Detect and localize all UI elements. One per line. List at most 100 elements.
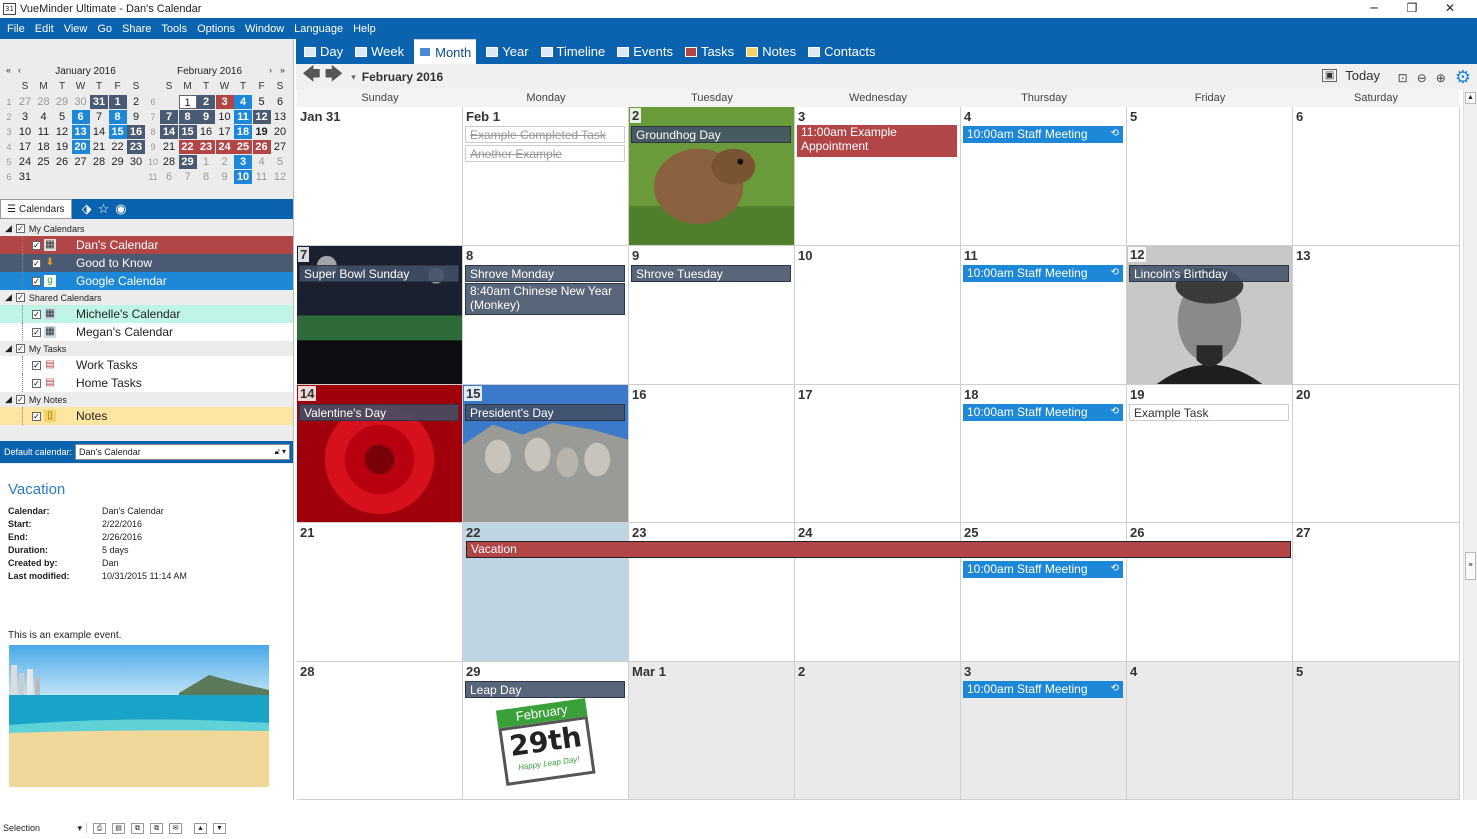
minical-day[interactable]: 7 [179, 170, 197, 184]
prev-year-icon[interactable]: « [6, 65, 11, 75]
calendar-item-michelle[interactable]: ✓ ▦ Michelle's Calendar [0, 305, 293, 323]
menu-help[interactable]: Help [353, 23, 376, 35]
today-button[interactable]: ▣ Today [1321, 68, 1380, 83]
forward-arrow-icon[interactable]: 🡆 [325, 62, 344, 92]
collapse-icon[interactable]: ◢ [5, 223, 12, 234]
minical-day[interactable]: 18 [234, 124, 252, 139]
minical-day[interactable]: 23 [127, 139, 145, 154]
tab-year[interactable]: Year [484, 39, 530, 64]
scroll-up-icon[interactable]: ▲ [194, 822, 207, 834]
minical-day[interactable]: 2 [197, 94, 215, 109]
minical-day[interactable]: 6 [271, 95, 289, 109]
minical-day[interactable]: 31 [90, 94, 108, 109]
day-cell[interactable]: 5 [1127, 107, 1293, 246]
zoom-in-icon[interactable]: ⊕ [1436, 71, 1446, 85]
group-checkbox[interactable]: ✓ [15, 395, 25, 404]
day-cell[interactable]: 16 [629, 385, 795, 523]
minical-day[interactable]: 19 [53, 140, 71, 154]
minical-day[interactable]: 7 [160, 109, 178, 124]
minical-day[interactable]: 4 [234, 94, 252, 109]
tab-tasks[interactable]: Tasks [683, 39, 736, 64]
minical-day[interactable]: 2 [216, 155, 234, 169]
minical-day[interactable]: 9 [197, 109, 215, 124]
minical-day[interactable]: 4 [253, 155, 271, 169]
day-cell[interactable]: 8 Shrove Monday 8:40am Chinese New Year … [463, 246, 629, 385]
email-icon[interactable]: ✉ [169, 822, 182, 834]
vacation-event-bar[interactable]: Vacation [466, 541, 1291, 558]
day-cell[interactable]: 9 Shrove Tuesday [629, 246, 795, 385]
holiday-event[interactable]: 8:40am Chinese New Year (Monkey) [465, 283, 625, 315]
holiday-event[interactable]: Super Bowl Sunday [299, 265, 459, 282]
globe-icon[interactable]: ◉ [115, 201, 126, 217]
minical-day[interactable]: 12 [252, 109, 271, 124]
day-cell[interactable]: Mar 1 [629, 662, 795, 800]
minical-day[interactable]: 11 [234, 109, 252, 124]
minical-day[interactable]: 6 [160, 170, 178, 184]
task-completed[interactable]: Another Example [465, 145, 625, 162]
minical-day[interactable]: 10 [234, 169, 252, 184]
calendar-item-dans[interactable]: ✓ ▦ Dan's Calendar [0, 236, 293, 254]
tab-contacts[interactable]: Contacts [806, 39, 877, 64]
holiday-event[interactable]: Leap Day [465, 681, 625, 698]
day-cell[interactable]: 3 10:00am Staff Meeting ⟲ [961, 662, 1127, 800]
minical-day[interactable]: 27 [16, 95, 34, 109]
menu-file[interactable]: File [7, 23, 25, 35]
minical-day[interactable]: 11 [253, 170, 271, 184]
minical-day[interactable]: 5 [253, 95, 271, 109]
minical-day[interactable]: 20 [71, 139, 90, 154]
day-cell[interactable]: 4 [1127, 662, 1293, 800]
minical-day[interactable]: 8 [197, 170, 215, 184]
minical-day[interactable]: 8 [108, 109, 127, 124]
minical-day[interactable]: 21 [90, 140, 108, 154]
minimize-button[interactable]: ─ [1355, 0, 1393, 17]
tab-timeline[interactable]: Timeline [539, 39, 608, 64]
day-cell[interactable]: 11 10:00am Staff Meeting ⟲ [961, 246, 1127, 385]
recurring-event[interactable]: 10:00am Staff Meeting ⟲ [963, 681, 1123, 698]
tab-events[interactable]: Events [615, 39, 675, 64]
calendar-checkbox[interactable]: ✓ [32, 309, 41, 319]
minical-day[interactable]: 17 [16, 140, 34, 154]
group-checkbox[interactable]: ✓ [15, 344, 25, 353]
minical-day[interactable]: 9 [216, 170, 234, 184]
minical-day[interactable]: 3 [215, 94, 234, 109]
scroll-up-icon[interactable]: ▲ [1465, 92, 1476, 104]
minical-day[interactable]: 27 [72, 155, 90, 169]
holiday-event[interactable]: President's Day [465, 404, 625, 421]
minical-day[interactable]: 14 [160, 124, 178, 139]
tag-icon[interactable]: ⬗ [82, 201, 92, 217]
day-cell[interactable]: 6 [1293, 107, 1460, 246]
group-my-calendars[interactable]: ◢ ✓ My Calendars [0, 221, 293, 236]
minical-day[interactable]: 22 [178, 139, 197, 154]
minical-day[interactable]: 2 [127, 95, 145, 109]
recurring-event[interactable]: 10:00am Staff Meeting ⟲ [963, 404, 1123, 421]
day-cell[interactable]: 27 [1293, 523, 1460, 662]
holiday-event[interactable]: Lincoln's Birthday [1129, 265, 1289, 282]
day-cell[interactable]: 14 Valentine's Day [297, 385, 463, 523]
day-cell[interactable]: 15 President's Day [463, 385, 629, 523]
export-icon[interactable]: ▤ [112, 822, 125, 834]
minical-day[interactable]: 21 [160, 140, 178, 154]
tab-week[interactable]: Week [353, 39, 406, 64]
minical-day[interactable]: 16 [127, 124, 145, 139]
minical-day[interactable]: 3 [234, 154, 252, 169]
minical-day[interactable]: 12 [53, 125, 71, 139]
day-cell[interactable]: 3 11:00am Example Appointment [795, 107, 961, 246]
minical-day[interactable]: 17 [216, 125, 234, 139]
default-calendar-select[interactable]: Dan's Calendar 🔓︎ ▾ [75, 444, 291, 460]
holiday-event[interactable]: Valentine's Day [299, 404, 459, 421]
task-completed[interactable]: Example Completed Task [465, 126, 625, 143]
copy-icon[interactable]: ⧉ [131, 822, 144, 834]
collapse-icon[interactable]: ◢ [5, 394, 12, 405]
minical-day[interactable]: 20 [271, 125, 289, 139]
minical-day[interactable]: 22 [109, 140, 127, 154]
minical-day[interactable]: 26 [252, 139, 271, 154]
minical-day[interactable]: 13 [71, 124, 90, 139]
minical-day[interactable]: 10 [16, 125, 34, 139]
appointment-event[interactable]: 11:00am Example Appointment [797, 125, 957, 157]
minical-day[interactable]: 29 [53, 95, 71, 109]
minical-day[interactable]: 9 [127, 110, 145, 124]
calendar-checkbox[interactable]: ✓ [32, 240, 41, 250]
day-cell[interactable]: 18 10:00am Staff Meeting ⟲ [961, 385, 1127, 523]
holiday-event[interactable]: Groundhog Day [631, 126, 791, 143]
minical-day[interactable]: 15 [178, 124, 197, 139]
